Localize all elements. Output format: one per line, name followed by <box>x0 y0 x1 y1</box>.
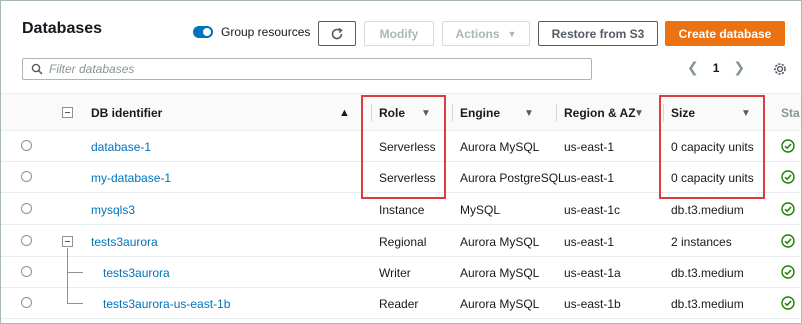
role-cell: Regional <box>379 234 427 249</box>
column-label: Region & AZ <box>564 106 636 120</box>
column-label: Size <box>671 106 696 120</box>
create-database-button[interactable]: Create database <box>665 21 785 46</box>
region-cell: us-east-1 <box>564 139 615 154</box>
group-resources-label: Group resources <box>221 25 311 39</box>
actions-button[interactable]: Actions ▼ <box>442 21 530 46</box>
row-select-radio[interactable] <box>21 266 32 277</box>
restore-from-s3-button[interactable]: Restore from S3 <box>538 21 658 46</box>
sort-icon[interactable]: ▼ <box>741 108 751 119</box>
column-region[interactable]: Region & AZ ▼ <box>556 94 648 132</box>
next-page-icon[interactable]: ❯ <box>733 59 745 76</box>
engine-cell: Aurora MySQL <box>460 234 540 249</box>
role-cell: Serverless <box>379 139 436 154</box>
collapse-all-icon[interactable] <box>62 107 73 118</box>
actions-label: Actions <box>455 26 500 41</box>
previous-page-icon[interactable]: ❮ <box>687 59 699 76</box>
check-circle-icon <box>781 234 795 248</box>
region-cell: us-east-1c <box>564 202 621 217</box>
engine-cell: Aurora MySQL <box>460 296 540 311</box>
column-engine[interactable]: Engine ▼ <box>452 94 544 132</box>
gear-icon <box>774 63 786 75</box>
size-cell: db.t3.medium <box>671 265 744 280</box>
engine-cell: MySQL <box>460 202 501 217</box>
column-label: Engine <box>460 106 501 120</box>
row-select-radio[interactable] <box>21 140 32 151</box>
collapse-group-icon[interactable] <box>62 236 73 247</box>
engine-cell: Aurora PostgreSQL <box>460 170 565 185</box>
size-cell: 0 capacity units <box>671 139 754 154</box>
column-status[interactable]: Sta <box>781 94 801 132</box>
role-cell: Reader <box>379 296 419 311</box>
role-cell: Serverless <box>379 170 436 185</box>
size-cell: db.t3.medium <box>671 202 744 217</box>
sort-icon[interactable]: ▼ <box>634 108 644 119</box>
db-identifier-link[interactable]: mysqls3 <box>91 194 135 225</box>
engine-cell: Aurora MySQL <box>460 139 540 154</box>
search-icon <box>31 63 43 75</box>
check-circle-icon <box>781 139 795 153</box>
row-select-radio[interactable] <box>21 235 32 246</box>
caret-down-icon: ▼ <box>507 28 517 39</box>
db-identifier-link[interactable]: tests3aurora <box>91 226 158 257</box>
table-row[interactable]: database-1 Serverless Aurora MySQL us-ea… <box>1 131 801 162</box>
region-cell: us-east-1 <box>564 234 615 249</box>
db-identifier-link[interactable]: my-database-1 <box>91 162 171 193</box>
table-row[interactable]: tests3aurora Writer Aurora MySQL us-east… <box>1 257 801 288</box>
db-identifier-link[interactable]: tests3aurora <box>103 257 170 288</box>
table-row[interactable]: tests3aurora-us-east-1b Reader Aurora My… <box>1 288 801 319</box>
db-identifier-link[interactable]: tests3aurora-us-east-1b <box>103 288 230 319</box>
region-cell: us-east-1b <box>564 296 621 311</box>
db-identifier-link[interactable]: database-1 <box>91 131 151 162</box>
column-db-identifier[interactable]: DB identifier ▲ <box>91 94 350 132</box>
databases-panel: Databases Group resources Modify Actions… <box>0 0 802 324</box>
role-cell: Writer <box>379 265 411 280</box>
sort-ascending-icon[interactable]: ▲ <box>339 107 350 119</box>
row-select-radio[interactable] <box>21 203 32 214</box>
filter-databases-field[interactable] <box>22 58 592 80</box>
column-label: Role <box>379 106 406 120</box>
refresh-icon <box>331 27 343 39</box>
group-resources-toggle[interactable]: Group resources <box>193 25 310 39</box>
table-header: DB identifier ▲ Role ▼ Engine ▼ Region &… <box>1 93 801 132</box>
size-cell: db.t3.medium <box>671 296 744 311</box>
check-circle-icon <box>781 265 795 279</box>
check-circle-icon <box>781 296 795 310</box>
size-cell: 0 capacity units <box>671 170 754 185</box>
page-title: Databases <box>22 20 103 37</box>
column-label: Sta <box>781 106 800 120</box>
tree-connector <box>67 272 83 273</box>
refresh-button[interactable] <box>318 21 356 46</box>
row-select-radio[interactable] <box>21 171 32 182</box>
sort-icon[interactable]: ▼ <box>524 108 534 119</box>
current-page[interactable]: 1 <box>713 61 720 75</box>
check-circle-icon <box>781 170 795 184</box>
tree-connector <box>67 248 68 303</box>
settings-button[interactable] <box>773 62 787 81</box>
row-select-radio[interactable] <box>21 297 32 308</box>
size-cell: 2 instances <box>671 234 732 249</box>
table-row[interactable]: mysqls3 Instance MySQL us-east-1c db.t3.… <box>1 194 801 225</box>
toggle-switch[interactable] <box>193 26 213 38</box>
pagination: ❮ 1 ❯ <box>687 59 745 76</box>
tree-connector <box>67 303 83 304</box>
engine-cell: Aurora MySQL <box>460 265 540 280</box>
modify-button[interactable]: Modify <box>364 21 434 46</box>
column-role[interactable]: Role ▼ <box>371 94 439 132</box>
region-cell: us-east-1a <box>564 265 621 280</box>
sort-icon[interactable]: ▼ <box>421 108 431 119</box>
table-row[interactable]: tests3aurora Regional Aurora MySQL us-ea… <box>1 226 801 257</box>
column-size[interactable]: Size ▼ <box>663 94 761 132</box>
region-cell: us-east-1 <box>564 170 615 185</box>
column-label: DB identifier <box>91 106 163 120</box>
search-input[interactable] <box>49 62 549 76</box>
table-row[interactable]: my-database-1 Serverless Aurora PostgreS… <box>1 162 801 193</box>
check-circle-icon <box>781 202 795 216</box>
role-cell: Instance <box>379 202 425 217</box>
